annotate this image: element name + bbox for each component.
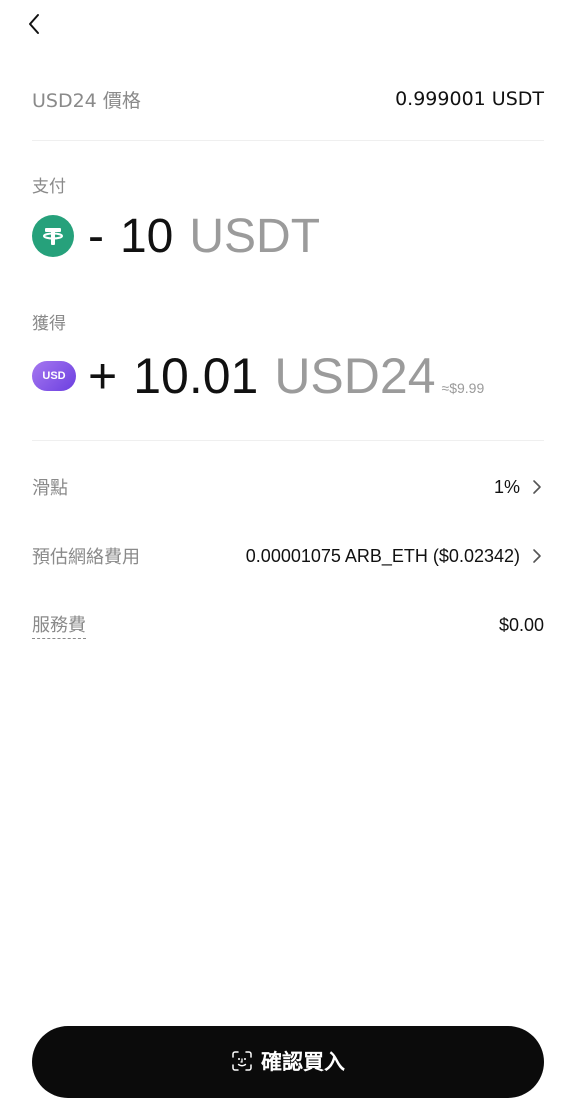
network-fee-label: 預估網絡費用 — [32, 547, 140, 568]
price-value: 0.999001 USDT — [395, 88, 544, 110]
pay-amount-row: - 10 USDT — [32, 209, 321, 263]
chevron-right-icon — [533, 480, 541, 494]
network-fee-row[interactable]: 預估網絡費用 0.00001075 ARB_ETH ($0.02342) — [32, 539, 544, 573]
chevron-right-icon — [533, 549, 541, 563]
pay-unit: USDT — [189, 209, 321, 263]
divider — [32, 140, 544, 141]
service-fee-label[interactable]: 服務費 — [32, 611, 86, 639]
slippage-value: 1% — [493, 476, 520, 497]
receive-amount: 10.01 — [133, 348, 259, 404]
chevron-left-icon — [29, 14, 39, 34]
receive-amount-row: USD + 10.01 USD24 ≈$9.99 — [32, 346, 484, 406]
usd24-token-icon: USD — [32, 361, 76, 391]
receive-unit: USD24 — [274, 348, 436, 404]
receive-approx-value: ≈$9.99 — [441, 380, 485, 396]
service-fee-row: 服務費 $0.00 — [32, 608, 544, 642]
receive-label: 獲得 — [32, 314, 66, 334]
slippage-row[interactable]: 滑點 1% — [32, 470, 544, 504]
network-fee-value: 0.00001075 ARB_ETH ($0.02342) — [245, 545, 520, 566]
slippage-label: 滑點 — [32, 478, 68, 499]
price-label: USD24 價格 — [32, 89, 141, 112]
confirm-buy-button[interactable]: 確認買入 — [32, 1026, 544, 1098]
back-button[interactable] — [22, 10, 50, 38]
usdt-tether-icon — [32, 215, 74, 257]
pay-amount: 10 — [119, 209, 174, 263]
price-row: USD24 價格 0.999001 USDT — [32, 84, 544, 114]
face-id-icon — [232, 1051, 252, 1071]
divider — [32, 440, 544, 441]
confirm-buy-label: 確認買入 — [261, 1050, 345, 1074]
service-fee-value: $0.00 — [498, 614, 544, 635]
receive-sign: + — [88, 348, 118, 404]
pay-sign: - — [88, 209, 104, 263]
pay-label: 支付 — [32, 177, 66, 197]
